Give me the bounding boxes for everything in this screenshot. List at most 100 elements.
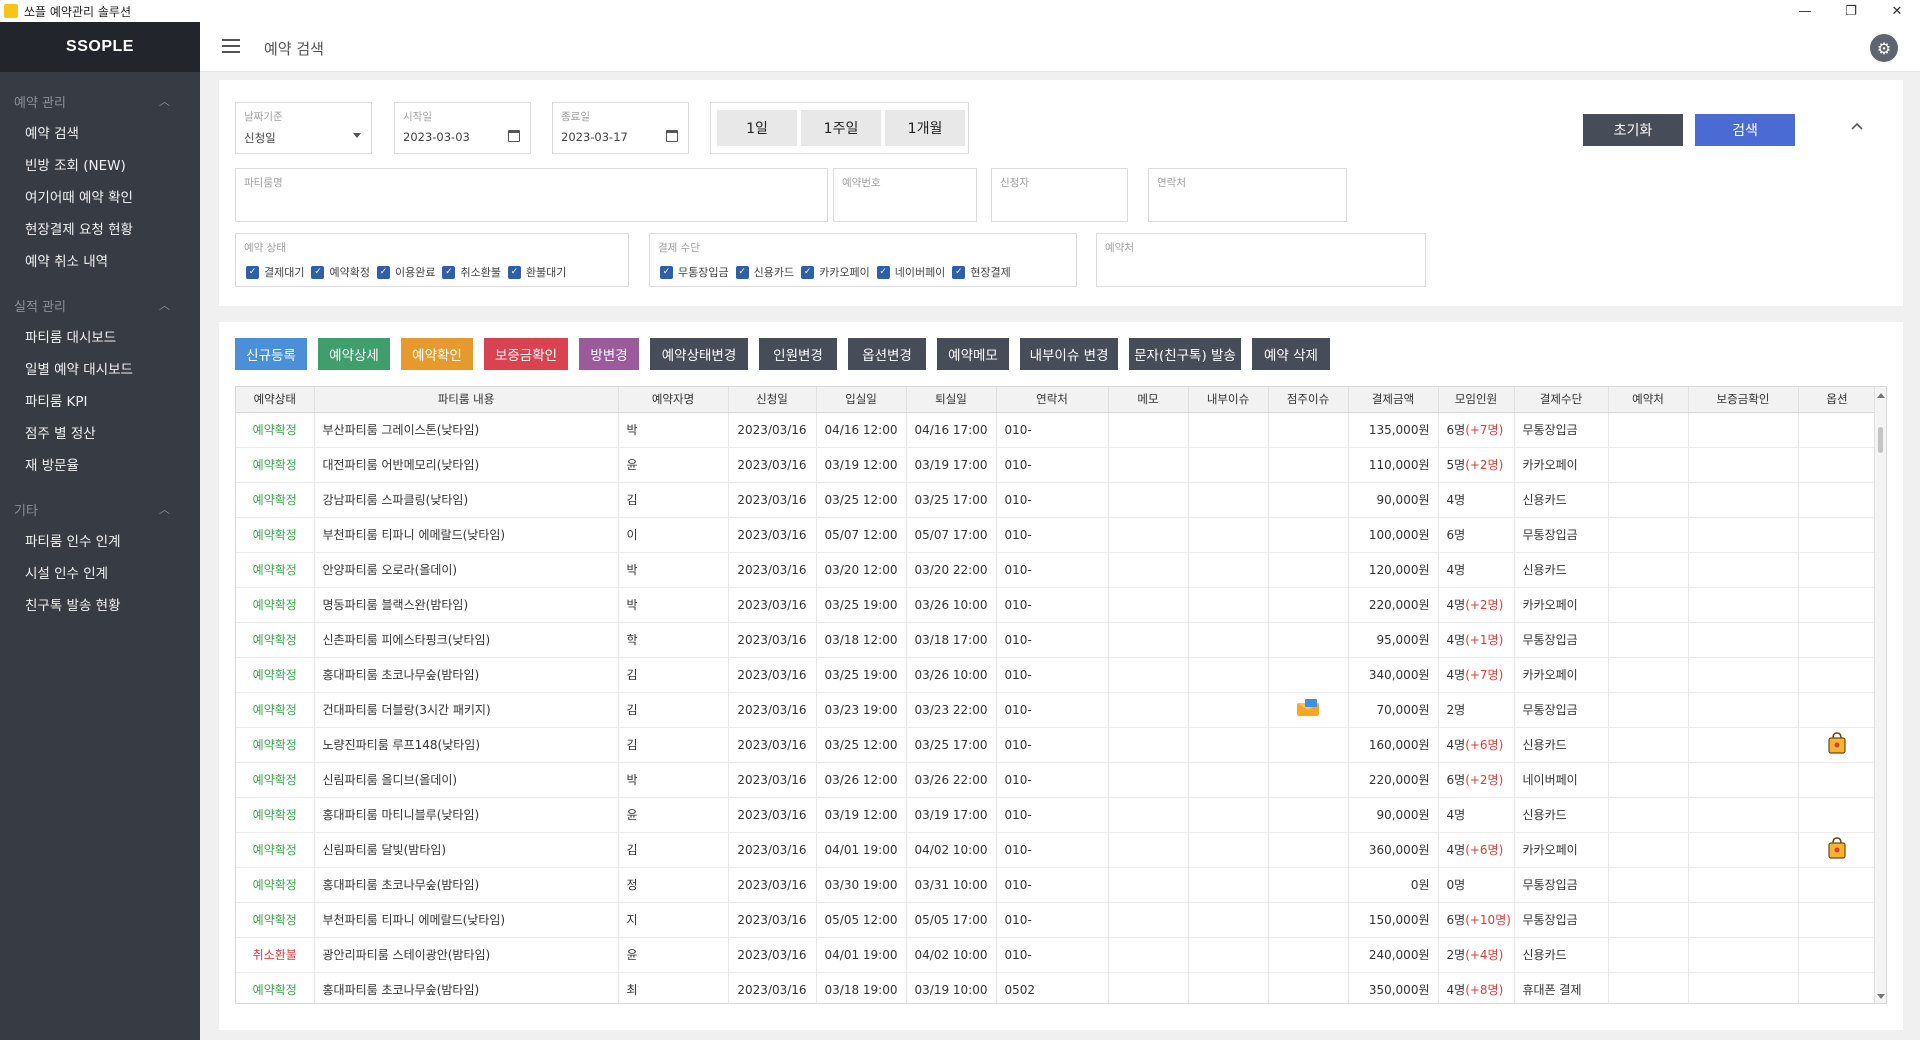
table-row[interactable]: 예약확정 홍대파티룸 초코나무숲(밤타임) 정 2023/03/16 03/30 19:… [236, 867, 1877, 903]
table-row[interactable]: 예약확정 건대파티룸 더블랑(3시간 패키지) 김 2023/03/16 03/23 1… [236, 692, 1877, 728]
table-row[interactable]: 예약확정 신림파티룸 달빛(밤타임) 김 2023/03/16 04/01 19:00 0… [236, 832, 1877, 868]
scroll-thumb[interactable] [1878, 427, 1883, 453]
status-checkbox-refund-pending[interactable]: ✓ 환불대기 [507, 264, 566, 280]
column-header[interactable]: 예약상태 [236, 387, 315, 413]
bag-icon[interactable] [1827, 837, 1847, 859]
range-1day-button[interactable]: 1일 [717, 110, 797, 146]
column-header[interactable]: 메모 [1108, 387, 1189, 413]
headcount-change-button[interactable]: 인원변경 [759, 338, 837, 370]
sidebar-item-friendtalk-status[interactable]: 친구톡 발송 현황 [0, 588, 200, 620]
deposit-confirm-button[interactable]: 보증금확인 [484, 338, 568, 370]
sidebar-item-facility-handover[interactable]: 시설 인수 인계 [0, 556, 200, 588]
reservation-confirm-button[interactable]: 예약확인 [401, 338, 473, 370]
reservation-memo-button[interactable]: 예약메모 [937, 338, 1009, 370]
column-header[interactable]: 신청일 [728, 387, 817, 413]
status-checkbox-completed[interactable]: ✓ 이용완료 [376, 264, 435, 280]
sidebar-item-revisit-rate[interactable]: 재 방문율 [0, 448, 200, 480]
column-header[interactable]: 파티룸 내용 [314, 387, 619, 413]
internal-issue-button[interactable]: 내부이슈 변경 [1020, 338, 1118, 370]
table-row[interactable]: 예약확정 부산파티룸 그레이스톤(낮타임) 박 2023/03/16 04/16 12:… [236, 412, 1877, 448]
range-1week-button[interactable]: 1주일 [801, 110, 881, 146]
column-header[interactable]: 결제수단 [1514, 387, 1609, 413]
table-row[interactable]: 취소환불 광안리파티룸 스테이광안(밤타임) 윤 2023/03/16 04/01 19… [236, 937, 1877, 973]
reservation-number-field[interactable]: 예약번호 [833, 168, 977, 222]
sidebar-item-daily-dashboard[interactable]: 일별 예약 대시보드 [0, 352, 200, 384]
status-checkbox-pending[interactable]: ✓ 결제대기 [246, 264, 304, 280]
brand-logo[interactable]: SSOPLE [0, 22, 200, 72]
payment-checkbox-onsite[interactable]: ✓ 현장결제 [952, 264, 1011, 280]
contact-field[interactable]: 연락처 [1148, 168, 1347, 222]
status-checkbox-confirmed[interactable]: ✓ 예약확정 [311, 264, 370, 280]
column-header[interactable]: 퇴실일 [906, 387, 997, 413]
maximize-button[interactable]: ❐ [1828, 0, 1874, 22]
sidebar-section-performance[interactable]: 실적 관리 ︿ [0, 290, 200, 320]
table-row[interactable]: 예약확정 신촌파티룸 피에스타핑크(낮타임) 학 2023/03/16 03/18 12… [236, 622, 1877, 658]
calendar-icon[interactable] [508, 130, 520, 142]
sidebar-item-owner-settlement[interactable]: 점주 별 정산 [0, 416, 200, 448]
column-header[interactable]: 예약자명 [618, 387, 729, 413]
column-header[interactable]: 예약처 [1608, 387, 1689, 413]
chevron-up-icon[interactable] [1851, 120, 1863, 132]
sidebar-item-vacancy[interactable]: 빈방 조회 (NEW) [0, 148, 200, 180]
status-change-button[interactable]: 예약상태변경 [650, 338, 748, 370]
sidebar-item-yeogi-check[interactable]: 여기어때 예약 확인 [0, 180, 200, 212]
table-row[interactable]: 예약확정 홍대파티룸 마티니블루(낮타임) 윤 2023/03/16 03/19 12:… [236, 797, 1877, 833]
end-date-field[interactable]: 종료일 2023-03-17 [552, 102, 689, 154]
column-header[interactable]: 옵션 [1798, 387, 1877, 413]
table-row[interactable]: 예약확정 홍대파티룸 초코나무숲(밤타임) 김 2023/03/16 03/25 19:… [236, 657, 1877, 693]
hamburger-menu-icon[interactable] [222, 39, 240, 53]
new-registration-button[interactable]: 신규등록 [235, 338, 307, 370]
option-change-button[interactable]: 옵션변경 [848, 338, 926, 370]
gear-icon[interactable]: ⚙ [1870, 34, 1898, 62]
bag-icon[interactable] [1827, 732, 1847, 754]
table-row[interactable]: 예약확정 부천파티룸 티파니 에메랄드(낮타임) 지 2023/03/16 05/05 … [236, 902, 1877, 938]
scroll-down-icon[interactable] [1877, 994, 1885, 999]
table-row[interactable]: 예약확정 강남파티룸 스파클링(낮타임) 김 2023/03/16 03/25 12:0… [236, 482, 1877, 518]
sidebar-section-etc[interactable]: 기타 ︿ [0, 494, 200, 524]
sidebar-item-partyroom-dashboard[interactable]: 파티룸 대시보드 [0, 320, 200, 352]
table-row[interactable]: 예약확정 명동파티룸 블랙스완(밤타임) 박 2023/03/16 03/25 19:0… [236, 587, 1877, 623]
date-basis-select[interactable]: 날짜기준 신청일 [235, 102, 372, 154]
column-header[interactable]: 모임인원 [1438, 387, 1515, 413]
minimize-button[interactable]: — [1782, 0, 1828, 22]
table-row[interactable]: 예약확정 홍대파티룸 초코나무숲(밤타임) 최 2023/03/16 03/18 19:… [236, 972, 1877, 1003]
payment-checkbox-bank[interactable]: ✓ 무통장입금 [660, 264, 729, 280]
column-header[interactable]: 내부이슈 [1188, 387, 1269, 413]
sidebar-item-onsite-payment[interactable]: 현장결제 요청 현황 [0, 212, 200, 244]
vertical-scrollbar[interactable] [1874, 387, 1886, 1003]
table-row[interactable]: 예약확정 안양파티룸 오로라(올데이) 박 2023/03/16 03/20 12:00… [236, 552, 1877, 588]
start-date-field[interactable]: 시작일 2023-03-03 [394, 102, 531, 154]
sidebar-item-cancel-history[interactable]: 예약 취소 내역 [0, 244, 200, 276]
column-header[interactable]: 점주이슈 [1268, 387, 1349, 413]
sidebar-section-reservations[interactable]: 예약 관리 ︿ [0, 86, 200, 116]
column-header[interactable]: 연락처 [996, 387, 1109, 413]
payment-checkbox-card[interactable]: ✓ 신용카드 [735, 264, 794, 280]
reservation-detail-button[interactable]: 예약상세 [318, 338, 390, 370]
payment-checkbox-kakaopay[interactable]: ✓ 카카오페이 [801, 264, 870, 280]
range-1month-button[interactable]: 1개월 [885, 110, 965, 146]
calendar-icon[interactable] [666, 130, 678, 142]
sidebar-item-partyroom-kpi[interactable]: 파티룸 KPI [0, 384, 200, 416]
status-checkbox-cancelled[interactable]: ✓ 취소환불 [442, 264, 501, 280]
room-change-button[interactable]: 방변경 [579, 338, 639, 370]
table-row[interactable]: 예약확정 대전파티룸 어반메모리(낮타임) 윤 2023/03/16 03/19 12:… [236, 447, 1877, 483]
column-header[interactable]: 보증금확인 [1688, 387, 1799, 413]
delete-reservation-button[interactable]: 예약 삭제 [1252, 338, 1330, 370]
reset-button[interactable]: 초기화 [1583, 114, 1683, 146]
applicant-field[interactable]: 신청자 [991, 168, 1128, 222]
send-message-button[interactable]: 문자(친구톡) 발송 [1129, 338, 1241, 370]
column-header[interactable]: 입실일 [816, 387, 907, 413]
table-row[interactable]: 예약확정 신림파티룸 올디브(올데이) 박 2023/03/16 03/26 12:00… [236, 762, 1877, 798]
close-button[interactable]: ✕ [1874, 0, 1920, 22]
table-row[interactable]: 예약확정 부천파티룸 티파니 에메랄드(낮타임) 이 2023/03/16 05/07 … [236, 517, 1877, 553]
mail-icon[interactable] [1296, 699, 1320, 717]
search-button[interactable]: 검색 [1695, 114, 1795, 146]
column-header[interactable]: 결제금액 [1348, 387, 1439, 413]
scroll-up-icon[interactable] [1877, 393, 1885, 398]
sidebar-item-reservation-search[interactable]: 예약 검색 [0, 116, 200, 148]
payment-checkbox-naverpay[interactable]: ✓ 네이버페이 [876, 264, 945, 280]
sidebar-item-partyroom-handover[interactable]: 파티룸 인수 인계 [0, 524, 200, 556]
table-row[interactable]: 예약확정 노량진파티룸 루프148(낮타임) 김 2023/03/16 03/25 12… [236, 727, 1877, 763]
partyroom-name-field[interactable]: 파티룸명 [235, 168, 828, 222]
reservation-source-field[interactable]: 예약처 [1096, 233, 1426, 287]
